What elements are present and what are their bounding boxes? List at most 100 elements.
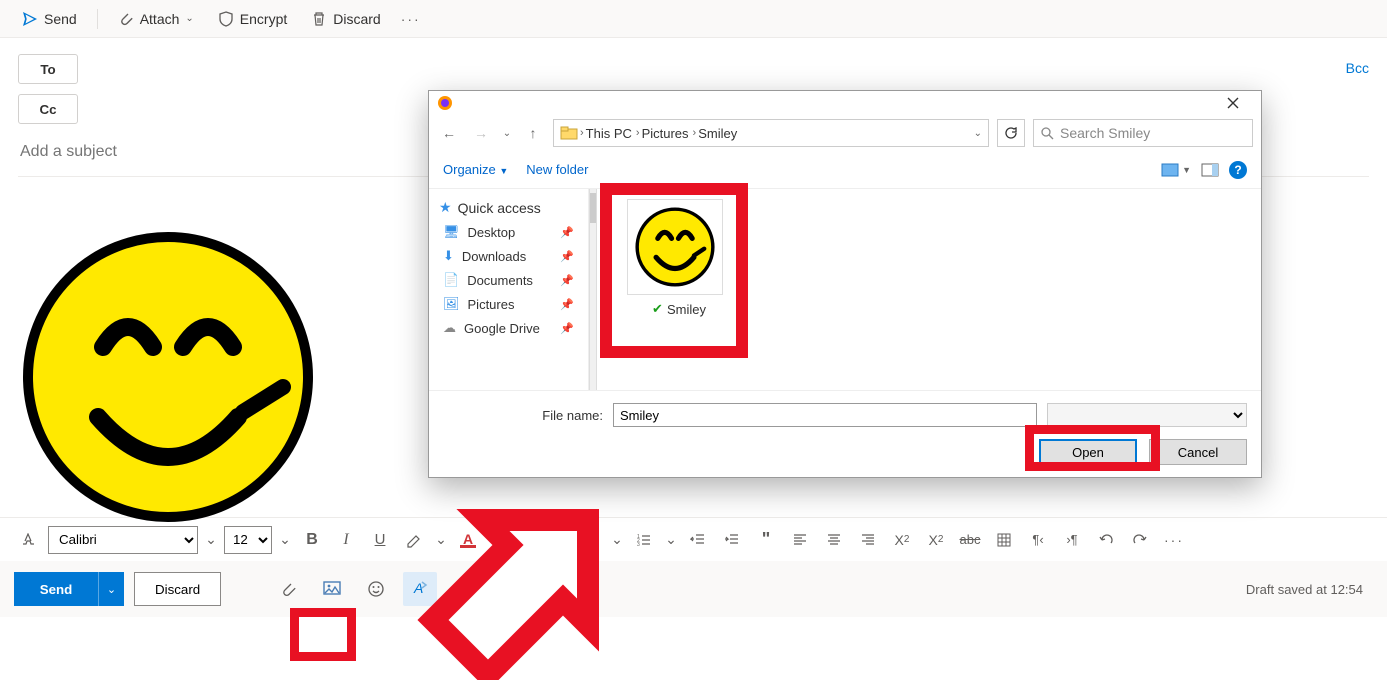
ellipsis-icon: ···	[454, 581, 474, 597]
dialog-file-list[interactable]: ✔ Smiley	[597, 189, 1261, 390]
chevron-down-icon[interactable]: ⌄	[434, 531, 448, 548]
search-icon	[1040, 126, 1054, 140]
sidebar-documents[interactable]: 📄Documents📌	[429, 268, 588, 292]
refresh-button[interactable]	[997, 119, 1025, 147]
back-button[interactable]: ←	[437, 121, 461, 145]
chevron-down-icon[interactable]: ⌄	[204, 531, 218, 548]
breadcrumb-pictures[interactable]: Pictures›	[642, 126, 697, 141]
document-icon: 📄	[443, 272, 459, 288]
ltr-button[interactable]: ¶‹	[1024, 526, 1052, 554]
chevron-down-icon[interactable]: ⌄	[664, 531, 678, 548]
search-box[interactable]: Search Smiley	[1033, 119, 1253, 147]
bullets-button[interactable]	[576, 526, 604, 554]
font-dropdown-icon[interactable]	[14, 526, 42, 554]
align-center-button[interactable]	[820, 526, 848, 554]
send-button-top[interactable]: Send	[12, 7, 87, 31]
more-bottom-button[interactable]: ···	[447, 572, 481, 606]
italic-button[interactable]: I	[332, 526, 360, 554]
show-format-button[interactable]: A	[403, 572, 437, 606]
send-options-button[interactable]: ⌄	[98, 572, 124, 606]
drive-icon: ☁	[443, 320, 456, 336]
breadcrumb-this-pc[interactable]: This PC›	[586, 126, 640, 141]
align-left-button[interactable]	[786, 526, 814, 554]
send-label: Send	[44, 11, 77, 27]
file-type-filter[interactable]	[1047, 403, 1247, 427]
trash-icon	[311, 11, 327, 27]
more-format-button[interactable]: ···	[1160, 526, 1188, 554]
file-thumbnail	[627, 199, 723, 295]
open-button[interactable]: Open	[1039, 439, 1137, 465]
numbering-button[interactable]: 123	[630, 526, 658, 554]
discard-button-top[interactable]: Discard	[301, 7, 390, 31]
chevron-down-icon: ⌄	[107, 583, 116, 596]
pin-icon: 📌	[560, 250, 574, 263]
file-name-label: ✔ Smiley	[627, 301, 731, 317]
encrypt-label: Encrypt	[240, 11, 287, 27]
to-button[interactable]: To	[18, 54, 78, 84]
redo-button[interactable]	[1126, 526, 1154, 554]
underline-button[interactable]: U	[366, 526, 394, 554]
folder-icon	[560, 126, 578, 140]
font-select[interactable]: Calibri	[48, 526, 198, 554]
attach-inline-button[interactable]	[271, 572, 305, 606]
address-bar[interactable]: › This PC› Pictures› Smiley ⌄	[553, 119, 989, 147]
filename-input[interactable]	[613, 403, 1037, 427]
chevron-down-icon[interactable]: ⌄	[974, 128, 982, 139]
chevron-down-icon[interactable]: ⌄	[610, 531, 624, 548]
compose-toolbar: Send Attach ⌄ Encrypt Discard ···	[0, 0, 1387, 38]
recent-dropdown[interactable]: ⌄	[501, 121, 513, 145]
insert-link-button[interactable]	[508, 526, 536, 554]
to-input[interactable]	[88, 54, 1369, 84]
insert-table-button[interactable]	[990, 526, 1018, 554]
star-icon: ★	[439, 199, 452, 216]
organize-menu[interactable]: Organize ▼	[443, 162, 508, 177]
scrollbar[interactable]	[589, 189, 597, 390]
strikethrough-button[interactable]: abc	[956, 526, 984, 554]
highlight-button[interactable]	[400, 526, 428, 554]
preview-pane-button[interactable]	[1201, 163, 1219, 177]
font-color-button[interactable]: A	[454, 526, 482, 554]
cc-button[interactable]: Cc	[18, 94, 78, 124]
send-button[interactable]: Send	[14, 572, 98, 606]
pictures-icon: 🖼	[443, 296, 460, 312]
emoji-button[interactable]	[359, 572, 393, 606]
dialog-titlebar	[429, 91, 1261, 115]
subscript-button[interactable]: X2	[922, 526, 950, 554]
align-right-button[interactable]	[854, 526, 882, 554]
close-button[interactable]	[1213, 91, 1253, 115]
font-size-select[interactable]: 12	[224, 526, 272, 554]
quote-button[interactable]: "	[752, 526, 780, 554]
new-folder-button[interactable]: New folder	[526, 162, 588, 177]
clear-format-button[interactable]	[542, 526, 570, 554]
more-button-top[interactable]: ···	[395, 7, 427, 31]
insert-picture-button[interactable]	[315, 572, 349, 606]
indent-button[interactable]	[718, 526, 746, 554]
up-button[interactable]: ↑	[521, 121, 545, 145]
outdent-button[interactable]	[684, 526, 712, 554]
bcc-link[interactable]: Bcc	[1346, 60, 1369, 76]
bold-button[interactable]: B	[298, 526, 326, 554]
sidebar-downloads[interactable]: ⬇Downloads📌	[429, 244, 588, 268]
help-button[interactable]: ?	[1229, 161, 1247, 179]
breadcrumb-smiley[interactable]: Smiley	[698, 126, 737, 141]
view-button[interactable]: ▼	[1161, 163, 1191, 177]
cancel-button[interactable]: Cancel	[1149, 439, 1247, 465]
forward-button[interactable]: →	[469, 121, 493, 145]
file-smiley[interactable]: ✔ Smiley	[627, 199, 731, 317]
to-row: To Bcc	[18, 54, 1369, 84]
firefox-icon	[437, 95, 453, 111]
encrypt-button[interactable]: Encrypt	[208, 7, 297, 31]
rtl-button[interactable]: ›¶	[1058, 526, 1086, 554]
sidebar-google-drive[interactable]: ☁Google Drive📌	[429, 316, 588, 340]
chevron-down-icon[interactable]: ⌄	[278, 531, 292, 548]
chevron-right-icon: ›	[580, 127, 584, 139]
sidebar-desktop[interactable]: 🖥Desktop📌	[429, 220, 588, 244]
undo-button[interactable]	[1092, 526, 1120, 554]
discard-button[interactable]: Discard	[134, 572, 221, 606]
superscript-button[interactable]: X2	[888, 526, 916, 554]
chevron-down-icon[interactable]: ⌄	[488, 531, 502, 548]
dialog-command-bar: Organize ▼ New folder ▼ ?	[429, 151, 1261, 189]
sidebar-pictures[interactable]: 🖼Pictures📌	[429, 292, 588, 316]
attach-button[interactable]: Attach ⌄	[108, 7, 204, 31]
quick-access-header[interactable]: ★Quick access	[429, 195, 588, 220]
